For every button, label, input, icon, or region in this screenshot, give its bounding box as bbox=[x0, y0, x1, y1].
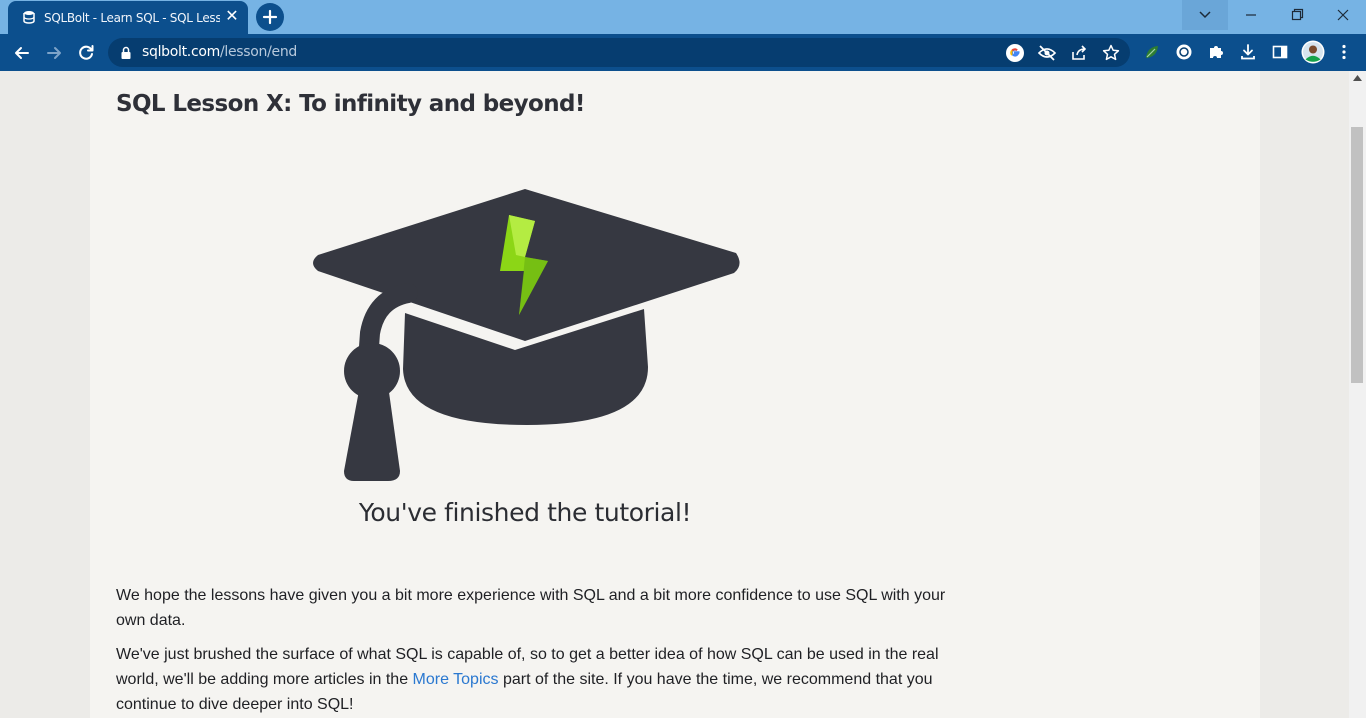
url-host: sqlbolt.com bbox=[142, 44, 220, 60]
chevron-down-icon bbox=[1199, 11, 1211, 19]
graduation-cap-illustration bbox=[313, 189, 740, 481]
back-button[interactable] bbox=[11, 42, 33, 64]
star-icon[interactable] bbox=[1101, 43, 1121, 63]
reload-icon bbox=[79, 45, 94, 60]
download-icon[interactable] bbox=[1238, 42, 1258, 62]
restore-button[interactable] bbox=[1274, 0, 1320, 30]
url-path: /lesson/end bbox=[219, 44, 297, 60]
more-topics-link[interactable]: More Topics bbox=[413, 671, 499, 688]
circle-icon[interactable] bbox=[1174, 42, 1194, 62]
lesson-content: SQL Lesson X: To infinity and beyond! Yo… bbox=[90, 71, 1260, 718]
close-icon bbox=[1337, 9, 1349, 21]
arrow-right-icon bbox=[47, 47, 61, 59]
finished-caption: You've finished the tutorial! bbox=[358, 498, 692, 527]
intro-paragraph: We hope the lessons have given you a bit… bbox=[116, 587, 946, 629]
scroll-up-arrow-icon[interactable] bbox=[1353, 75, 1362, 81]
arrow-left-icon bbox=[15, 47, 29, 59]
leaf-icon[interactable] bbox=[1142, 42, 1162, 62]
new-tab-button[interactable] bbox=[256, 3, 284, 31]
close-window-button[interactable] bbox=[1320, 0, 1366, 30]
restore-icon bbox=[1291, 8, 1304, 21]
tab-title: SQLBolt - Learn SQL - SQL Lesson X: To i… bbox=[44, 11, 220, 25]
page-viewport: SQL Lesson X: To infinity and beyond! Yo… bbox=[0, 71, 1349, 718]
google-icon[interactable] bbox=[1005, 43, 1025, 63]
database-icon bbox=[23, 11, 35, 24]
plus-icon bbox=[262, 9, 278, 25]
more-vertical-icon[interactable] bbox=[1334, 42, 1354, 62]
lock-icon bbox=[121, 46, 131, 59]
forward-button[interactable] bbox=[43, 42, 65, 64]
lesson-title: SQL Lesson X: To infinity and beyond! bbox=[116, 91, 585, 117]
minimize-button[interactable] bbox=[1228, 0, 1274, 30]
tab-strip: SQLBolt - Learn SQL - SQL Lesson X: To i… bbox=[0, 0, 1366, 34]
scrollbar-thumb[interactable] bbox=[1351, 127, 1363, 383]
vertical-scrollbar[interactable] bbox=[1349, 71, 1366, 718]
share-icon[interactable] bbox=[1069, 43, 1089, 63]
minimize-icon bbox=[1246, 14, 1256, 16]
tab-search-button[interactable] bbox=[1182, 0, 1228, 30]
browser-toolbar: sqlbolt.com/lesson/end bbox=[0, 34, 1366, 71]
side-panel-icon[interactable] bbox=[1270, 42, 1290, 62]
more-topics-paragraph: We've just brushed the surface of what S… bbox=[116, 642, 946, 717]
tab-close-button[interactable]: ✕ bbox=[224, 9, 240, 25]
eye-off-icon[interactable] bbox=[1037, 43, 1057, 63]
reload-button[interactable] bbox=[75, 42, 97, 64]
puzzle-icon[interactable] bbox=[1206, 42, 1226, 62]
avatar[interactable] bbox=[1301, 40, 1325, 64]
active-tab[interactable]: SQLBolt - Learn SQL - SQL Lesson X: To i… bbox=[8, 1, 248, 34]
url-text: sqlbolt.com/lesson/end bbox=[142, 44, 297, 61]
address-bar[interactable]: sqlbolt.com/lesson/end bbox=[108, 38, 1130, 67]
